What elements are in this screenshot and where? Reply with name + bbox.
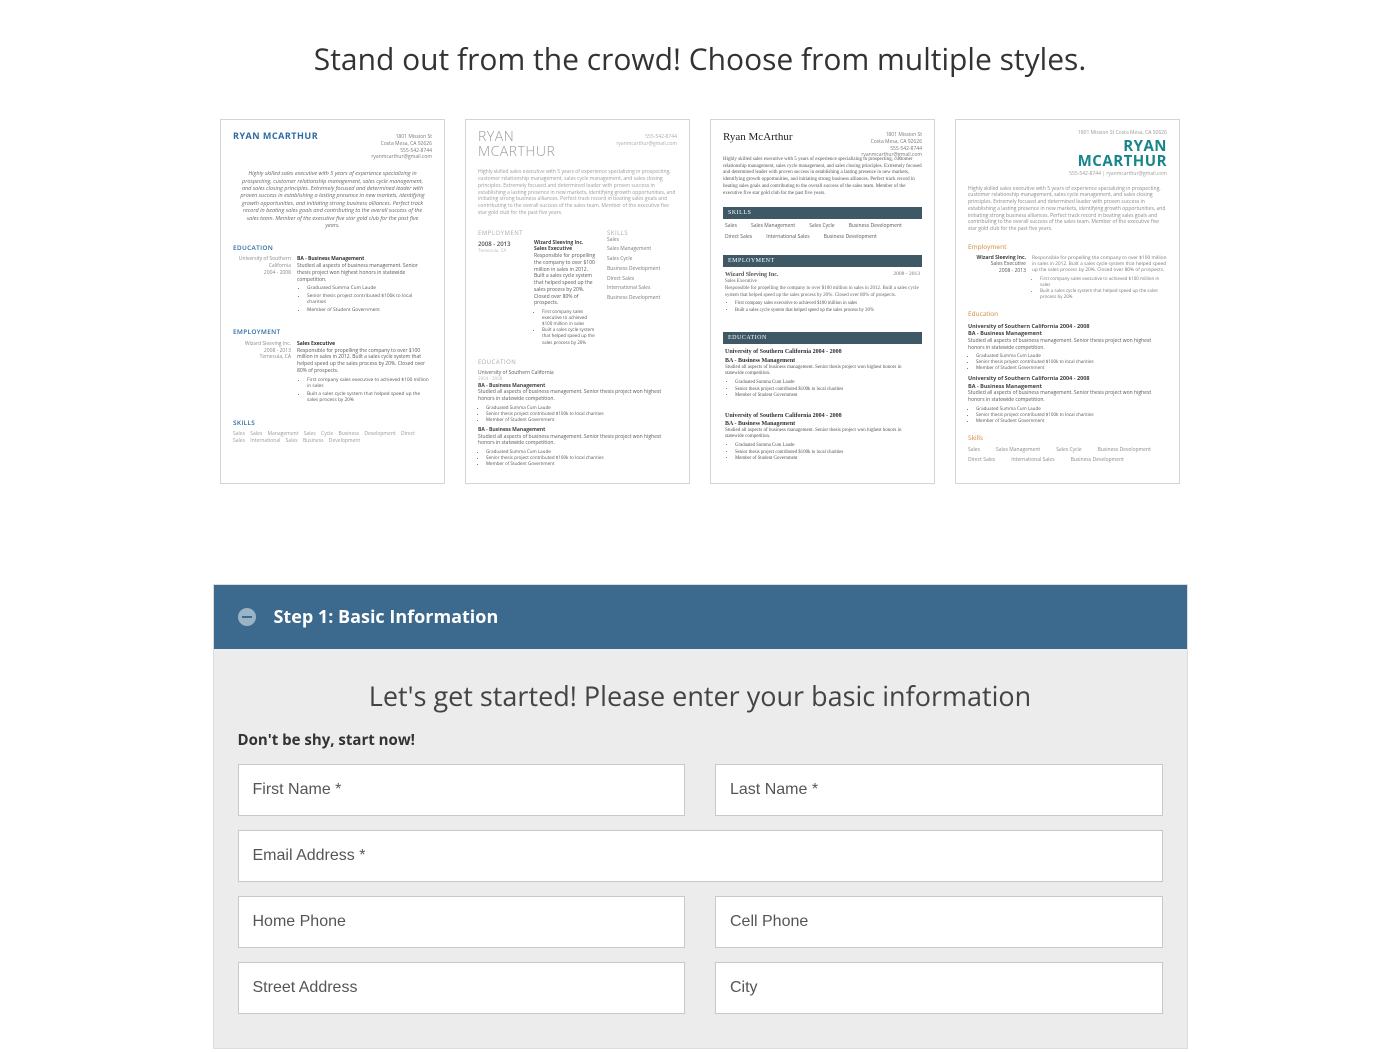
resume-template-3[interactable]: Ryan McArthur 1801 Mission St Costa Mesa… bbox=[710, 119, 935, 484]
section-education: EDUCATION bbox=[233, 244, 432, 253]
resume-contact: 1801 Mission St Costa Mesa, CA 92626 555… bbox=[371, 134, 432, 161]
resume-template-2[interactable]: RYANMCARTHUR 555-542-8744 ryanmcarthur@g… bbox=[465, 119, 690, 484]
section-employment: EMPLOYMENT bbox=[233, 328, 432, 337]
email-field[interactable] bbox=[238, 830, 1163, 882]
form-heading: Let's get started! Please enter your bas… bbox=[238, 677, 1163, 714]
resume-summary: Highly skilled sales executive with 5 ye… bbox=[233, 170, 432, 229]
first-name-input[interactable] bbox=[239, 765, 685, 815]
form-panel: Step 1: Basic Information Let's get star… bbox=[213, 584, 1188, 1049]
last-name-input[interactable] bbox=[716, 765, 1162, 815]
resume-template-4[interactable]: 1801 Mission St Costa Mesa, CA 92626 RYA… bbox=[955, 119, 1180, 484]
first-name-field[interactable] bbox=[238, 764, 686, 816]
resume-summary: Highly skilled sales executive with 5 ye… bbox=[478, 169, 677, 216]
city-input[interactable] bbox=[716, 963, 1162, 1013]
templates-row: RYAN MCARTHUR 1801 Mission St Costa Mesa… bbox=[0, 99, 1400, 524]
home-phone-field[interactable] bbox=[238, 896, 686, 948]
resume-contact: 555-542-8744 ryanmcarthur@gmail.com bbox=[616, 134, 677, 148]
email-input[interactable] bbox=[239, 831, 1162, 881]
last-name-field[interactable] bbox=[715, 764, 1163, 816]
section-skills: SKILLS bbox=[233, 419, 432, 428]
hero-heading: Stand out from the crowd! Choose from mu… bbox=[0, 0, 1400, 99]
cell-phone-field[interactable] bbox=[715, 896, 1163, 948]
resume-name: RYANMCARTHUR bbox=[968, 139, 1167, 169]
collapse-icon[interactable] bbox=[238, 608, 256, 626]
street-input[interactable] bbox=[239, 963, 685, 1013]
resume-summary: Highly skilled sales executive with 5 ye… bbox=[723, 157, 922, 198]
form-body: Let's get started! Please enter your bas… bbox=[214, 649, 1187, 1048]
home-phone-input[interactable] bbox=[239, 897, 685, 947]
step-title: Step 1: Basic Information bbox=[274, 605, 499, 629]
form-header[interactable]: Step 1: Basic Information bbox=[214, 585, 1187, 649]
resume-contact: 1801 Mission St Costa Mesa, CA 92626 555… bbox=[861, 132, 922, 159]
resume-template-1[interactable]: RYAN MCARTHUR 1801 Mission St Costa Mesa… bbox=[220, 119, 445, 484]
cell-phone-input[interactable] bbox=[716, 897, 1162, 947]
resume-summary: Highly skilled sales executive with 5 ye… bbox=[968, 186, 1167, 233]
form-sublabel: Don't be shy, start now! bbox=[238, 730, 1163, 750]
city-field[interactable] bbox=[715, 962, 1163, 1014]
street-field[interactable] bbox=[238, 962, 686, 1014]
